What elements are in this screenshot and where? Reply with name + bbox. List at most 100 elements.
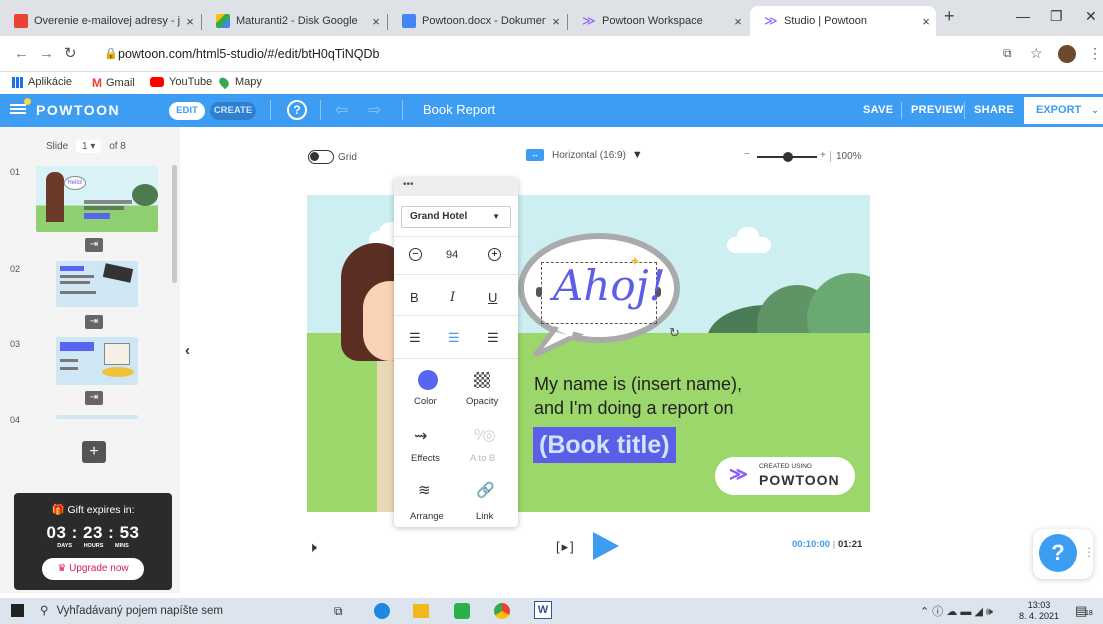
effects-icon[interactable]: ⇝ xyxy=(414,426,427,446)
browser-tab-gmail[interactable]: Overenie e-mailovej adresy - ja × xyxy=(0,6,200,36)
windows-start-icon[interactable] xyxy=(11,604,24,617)
file-explorer-icon[interactable] xyxy=(413,604,429,618)
gmail-icon xyxy=(14,14,28,28)
increase-size-icon[interactable]: + xyxy=(488,248,501,261)
browser-tab-drive[interactable]: Maturanti2 - Disk Google × xyxy=(202,6,386,36)
collapse-panel-icon[interactable]: ‹ xyxy=(185,342,190,359)
bold-icon[interactable]: B xyxy=(410,290,419,305)
close-icon[interactable]: × xyxy=(728,14,748,29)
chrome-icon[interactable] xyxy=(494,603,510,619)
task-view-icon[interactable]: ⧉ xyxy=(334,604,343,619)
word-icon[interactable]: W xyxy=(534,601,552,619)
align-right-icon[interactable]: ☰ xyxy=(487,330,499,346)
underline-icon[interactable]: U xyxy=(488,290,497,305)
new-tab-button[interactable]: + xyxy=(944,6,955,27)
taskbar-search[interactable]: ⚲ Vyhľadávaný pojem napíšte sem xyxy=(40,601,310,621)
bookmarks-bar: Aplikácie M Gmail YouTube Mapy xyxy=(0,72,1103,94)
align-center-icon[interactable]: ☰ xyxy=(448,330,460,346)
close-icon[interactable]: × xyxy=(366,14,386,29)
slide-canvas[interactable]: Ahoj! ✦ ↻ My name is (insert name), and … xyxy=(307,195,870,512)
slide-thumbnail-3[interactable] xyxy=(56,337,138,385)
search-icon: ⚲ xyxy=(40,605,49,617)
system-tray-icons[interactable]: ⌃ ⓘ ☁ ▬ ◢ 🕪 xyxy=(920,603,993,619)
redo-icon[interactable]: ⇨ xyxy=(368,100,381,120)
insert-slide-icon[interactable]: ⇥ xyxy=(85,391,103,405)
play-frame-icon[interactable]: [▸] xyxy=(556,539,576,555)
back-icon[interactable]: ← xyxy=(14,45,29,62)
intro-text[interactable]: My name is (insert name), and I'm doing … xyxy=(534,372,742,420)
italic-icon[interactable]: I xyxy=(450,290,455,305)
forward-icon[interactable]: → xyxy=(39,45,54,62)
more-icon[interactable]: ⋮ xyxy=(1083,545,1095,559)
help-question-icon: ? xyxy=(1039,534,1077,572)
edge-icon[interactable] xyxy=(374,603,390,619)
upgrade-button[interactable]: ♛ Upgrade now xyxy=(42,558,144,580)
decrease-size-icon[interactable]: − xyxy=(409,248,422,261)
address-bar-row: ← → ↻ 🔒 powtoon.com/html5-studio/#/edit/… xyxy=(0,36,1103,72)
document-title[interactable]: Book Report xyxy=(423,102,495,117)
book-title-text[interactable]: (Book title) xyxy=(533,427,676,463)
zoom-in-icon[interactable]: + xyxy=(820,150,826,161)
insert-slide-icon[interactable]: ⇥ xyxy=(85,315,103,329)
bookmark-gmail[interactable]: M Gmail xyxy=(92,76,135,90)
opacity-icon[interactable] xyxy=(474,372,490,388)
add-slide-button[interactable]: + xyxy=(82,441,106,463)
orientation-dropdown[interactable]: ↔ Horizontal (16:9) ▼ xyxy=(526,149,643,161)
bookmark-maps[interactable]: Mapy xyxy=(217,75,262,89)
rotate-handle-icon[interactable]: ↻ xyxy=(669,325,680,341)
profile-avatar[interactable] xyxy=(1058,45,1076,63)
bookmark-apps[interactable]: Aplikácie xyxy=(12,76,72,88)
menu-icon[interactable]: ⋮ xyxy=(1088,45,1102,62)
volume-icon[interactable]: 🕨 xyxy=(308,539,317,556)
help-widget[interactable]: ? ⋮ xyxy=(1033,529,1095,579)
browser-tab-workspace[interactable]: ≫ Powtoon Workspace × xyxy=(568,6,748,36)
help-button[interactable]: ? xyxy=(287,100,307,120)
url-input[interactable]: 🔒 powtoon.com/html5-studio/#/edit/btH0qT… xyxy=(100,41,980,67)
align-left-icon[interactable]: ☰ xyxy=(409,330,421,346)
translate-icon[interactable]: ⧉ xyxy=(1003,46,1012,61)
gift-title: 🎁 Gift expires in: xyxy=(51,504,135,516)
arrange-icon[interactable]: ≋ xyxy=(418,481,431,499)
taskbar-clock[interactable]: 13:03 8. 4. 2021 xyxy=(1019,600,1059,622)
play-button[interactable] xyxy=(593,532,619,560)
panel-scrollbar[interactable] xyxy=(172,165,177,283)
browser-tab-studio[interactable]: ≫ Studio | Powtoon × xyxy=(750,6,936,36)
color-swatch[interactable] xyxy=(418,370,438,390)
close-icon[interactable]: × xyxy=(180,14,200,29)
grid-toggle[interactable]: Grid xyxy=(308,150,357,164)
slide-number: 02 xyxy=(10,264,21,274)
store-icon[interactable] xyxy=(454,603,470,619)
close-icon[interactable]: × xyxy=(546,14,566,29)
font-size-value[interactable]: 94 xyxy=(446,249,458,261)
hamburger-menu-icon[interactable] xyxy=(10,102,26,116)
close-window-icon[interactable]: ✕ xyxy=(1085,8,1097,25)
slide-thumbnail-2[interactable] xyxy=(56,261,138,307)
slide-number-dropdown[interactable]: 1 ▾ xyxy=(76,140,102,153)
star-icon[interactable]: ☆ xyxy=(1030,45,1043,62)
resize-handle-left[interactable] xyxy=(536,287,542,297)
toolbar-drag-handle[interactable]: ••• xyxy=(394,178,518,196)
share-button[interactable]: SHARE xyxy=(974,104,1014,116)
powtoon-icon: ≫ xyxy=(582,13,596,28)
undo-icon[interactable]: ⇦ xyxy=(335,100,348,120)
font-dropdown[interactable]: Grand Hotel ▼ xyxy=(401,206,511,228)
slide-thumbnail-1[interactable]: Hello! xyxy=(36,166,158,232)
link-icon[interactable]: 🔗 xyxy=(476,481,495,499)
slide-number: 04 xyxy=(10,415,21,425)
save-button[interactable]: SAVE xyxy=(863,104,893,116)
edit-mode-button[interactable]: EDIT xyxy=(169,102,205,120)
browser-tab-docs[interactable]: Powtoon.docx - Dokumenty G × xyxy=(388,6,566,36)
close-icon[interactable]: × xyxy=(916,14,936,29)
bookmark-youtube[interactable]: YouTube xyxy=(150,76,212,88)
minimize-icon[interactable]: — xyxy=(1016,8,1030,24)
maximize-icon[interactable]: ❐ xyxy=(1050,8,1063,25)
reload-icon[interactable]: ↻ xyxy=(64,44,77,62)
create-mode-button[interactable]: CREATE xyxy=(210,102,256,120)
preview-button[interactable]: PREVIEW xyxy=(911,104,964,116)
zoom-slider[interactable]: − xyxy=(744,149,817,163)
slide-number: 01 xyxy=(10,167,21,177)
slide-thumbnail-4[interactable] xyxy=(56,415,138,419)
insert-slide-icon[interactable]: ⇥ xyxy=(85,238,103,252)
export-button[interactable]: EXPORT ⌄ xyxy=(1024,97,1103,124)
greeting-text[interactable]: Ahoj! xyxy=(553,261,666,310)
